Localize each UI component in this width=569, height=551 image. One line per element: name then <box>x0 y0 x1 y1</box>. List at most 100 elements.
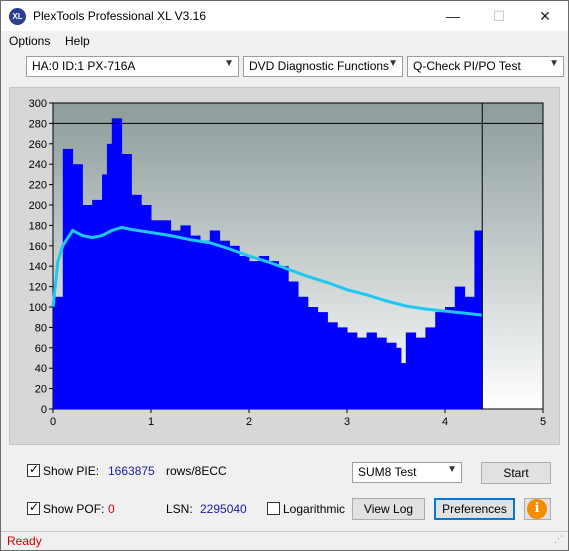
pie-value: 1663875 <box>108 464 155 478</box>
pie-bar <box>180 225 191 409</box>
pie-bar <box>288 281 299 409</box>
info-button[interactable]: i <box>524 498 551 520</box>
pie-bar <box>121 154 132 409</box>
y-tick-label: 300 <box>29 98 47 110</box>
y-tick-label: 200 <box>29 200 47 212</box>
pie-bar <box>415 337 426 409</box>
test-select[interactable]: Q-Check PI/PO Test ▼ <box>407 56 564 77</box>
pie-bar <box>366 332 377 409</box>
pie-bar <box>337 327 348 409</box>
y-axis: 0 20 40 60 80 100 120 140 160 180 200 220 240 260 280 3… <box>29 98 53 416</box>
pie-bar <box>396 347 402 409</box>
close-icon: ✕ <box>539 8 551 24</box>
y-tick-label: 160 <box>29 241 47 253</box>
pie-bar <box>249 261 260 409</box>
pie-bar <box>307 307 319 409</box>
logarithmic-label: Logarithmic <box>283 502 346 516</box>
pie-bar <box>219 240 230 409</box>
info-icon: i <box>527 499 547 519</box>
y-tick-label: 280 <box>29 118 47 130</box>
drive-select[interactable]: HA:0 ID:1 PX-716A ▼ <box>26 56 239 77</box>
pie-bar <box>376 337 387 409</box>
pie-bar <box>190 235 201 409</box>
pie-bar <box>170 230 181 409</box>
x-tick-label: 0 <box>50 416 56 428</box>
function-select[interactable]: DVD Diagnostic Functions ▼ <box>243 56 403 77</box>
y-tick-label: 140 <box>29 261 47 273</box>
pie-bar <box>327 322 338 409</box>
x-tick-label: 2 <box>246 416 252 428</box>
chevron-down-icon: ▼ <box>224 58 234 69</box>
pie-bar <box>141 205 152 409</box>
pie-unit: rows/8ECC <box>166 464 227 478</box>
logarithmic-checkbox[interactable] <box>267 502 280 515</box>
show-pof-label: Show POF: <box>43 502 105 516</box>
preferences-button[interactable]: Preferences <box>434 498 515 520</box>
resize-grip-icon[interactable]: ⋰ <box>554 534 566 548</box>
y-tick-label: 240 <box>29 159 47 171</box>
pie-bar <box>386 342 397 409</box>
x-tick-label: 3 <box>344 416 350 428</box>
menu-help[interactable]: Help <box>65 34 90 48</box>
y-tick-label: 220 <box>29 180 47 192</box>
chevron-down-icon: ▼ <box>549 58 559 69</box>
y-tick-label: 80 <box>35 322 47 334</box>
pie-bar <box>62 148 74 409</box>
pie-bar <box>405 332 417 409</box>
pie-bar <box>298 296 309 409</box>
x-axis: 0 1 2 3 4 5 <box>50 409 546 428</box>
pie-bar <box>151 220 162 409</box>
y-tick-label: 60 <box>35 343 47 355</box>
app-window: XL PlexTools Professional XL V3.16 — ☐ ✕… <box>0 0 569 551</box>
lsn-label: LSN: <box>166 502 193 516</box>
pie-bar <box>53 296 64 409</box>
sum-test-select[interactable]: SUM8 Test ▼ <box>352 462 462 483</box>
pie-bar <box>278 266 289 409</box>
minimize-button[interactable]: — <box>430 1 476 31</box>
pof-value: 0 <box>108 502 115 516</box>
function-select-value: DVD Diagnostic Functions <box>249 59 390 73</box>
maximize-icon: ☐ <box>492 8 506 24</box>
lsn-value: 2295040 <box>200 502 247 516</box>
show-pof-checkbox[interactable] <box>27 500 40 515</box>
pie-bar <box>239 256 250 409</box>
y-tick-label: 40 <box>35 363 47 375</box>
menu-options[interactable]: Options <box>9 34 50 48</box>
x-tick-label: 5 <box>540 416 546 428</box>
chevron-down-icon: ▼ <box>388 58 398 69</box>
y-tick-label: 180 <box>29 220 47 232</box>
pie-bar <box>102 174 108 409</box>
pie-bar <box>400 363 407 409</box>
y-tick-label: 120 <box>29 282 47 294</box>
pie-bar <box>200 240 211 409</box>
pie-bar <box>131 194 142 409</box>
pie-bar <box>445 307 456 409</box>
start-button[interactable]: Start <box>481 462 551 484</box>
pie-bar <box>209 230 221 409</box>
pie-bar <box>356 337 368 409</box>
test-select-value: Q-Check PI/PO Test <box>413 59 521 73</box>
view-log-button[interactable]: View Log <box>352 498 425 520</box>
pie-bar <box>435 312 446 409</box>
chevron-down-icon: ▼ <box>447 464 457 475</box>
pie-bar <box>92 199 103 409</box>
window-title: PlexTools Professional XL V3.16 <box>33 9 206 23</box>
x-tick-label: 1 <box>148 416 154 428</box>
close-button[interactable]: ✕ <box>522 1 568 31</box>
y-tick-label: 0 <box>41 404 47 416</box>
pie-bar <box>454 286 466 409</box>
title-bar: XL PlexTools Professional XL V3.16 — ☐ ✕ <box>1 1 568 31</box>
pie-bar <box>474 230 483 409</box>
y-tick-label: 260 <box>29 139 47 151</box>
x-tick-label: 4 <box>442 416 448 428</box>
y-tick-label: 100 <box>29 302 47 314</box>
show-pie-checkbox[interactable] <box>27 462 40 477</box>
pie-bar <box>258 256 270 409</box>
maximize-button[interactable]: ☐ <box>476 1 522 31</box>
pie-bar <box>106 143 113 410</box>
pie-bar <box>425 327 436 409</box>
pipo-chart: 0204060801001201401601802002202402602803… <box>29 98 546 428</box>
chart-panel: 0 20 40 60 80 100 120 140 160 180 200 220 240 260 280 3… <box>9 87 560 445</box>
sum-test-value: SUM8 Test <box>358 465 417 479</box>
menu-bar: Options Help <box>1 31 568 53</box>
